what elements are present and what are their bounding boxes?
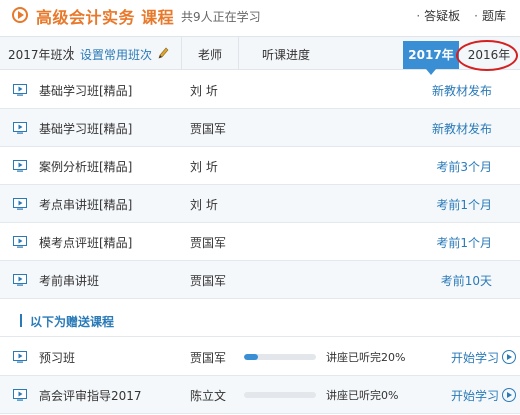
course-row[interactable]: 模考点评班[精品] 贾国军 考前1个月 <box>0 223 520 261</box>
progress-fill <box>244 354 259 360</box>
course-row[interactable]: 考点串讲班[精品] 刘 圻 考前1个月 <box>0 185 520 223</box>
course-name[interactable]: 案例分析班[精品] <box>39 158 132 175</box>
gift-course-row[interactable]: 高会评审指导2017 陈立文 讲座已听完0% 开始学习 <box>0 376 520 414</box>
header-links: · 答疑板 · 题库 <box>416 7 506 24</box>
course-list: 基础学习班[精品] 刘 圻 新教材发布 基础学习班[精品] 贾国军 新教材发布 … <box>0 71 520 299</box>
course-status-link[interactable]: 考前3个月 <box>436 158 492 175</box>
course-teacher: 刘 圻 <box>190 198 218 212</box>
course-name[interactable]: 考点串讲班[精品] <box>39 196 132 213</box>
qa-board-link[interactable]: · 答疑板 <box>416 7 460 24</box>
learner-count: 共9人正在学习 <box>181 10 261 24</box>
course-name[interactable]: 模考点评班[精品] <box>39 234 132 251</box>
start-learning-link[interactable]: 开始学习 <box>451 387 499 404</box>
course-row[interactable]: 基础学习班[精品] 刘 圻 新教材发布 <box>0 71 520 109</box>
course-teacher: 贾国军 <box>190 122 227 136</box>
course-name[interactable]: 预习班 <box>39 349 75 366</box>
course-status-link[interactable]: 考前10天 <box>441 272 492 289</box>
video-monitor-icon <box>13 351 27 363</box>
course-teacher: 刘 圻 <box>190 160 218 174</box>
course-header: 高级会计实务 课程 共9人正在学习 · 答疑板 · 题库 <box>0 0 520 30</box>
gift-course-row[interactable]: 预习班 贾国军 讲座已听完20% 开始学习 <box>0 338 520 376</box>
course-teacher: 陈立文 <box>190 389 227 403</box>
pencil-icon[interactable] <box>157 46 169 60</box>
video-monitor-icon <box>13 274 27 286</box>
teacher-column-header: 老师 <box>198 48 223 62</box>
course-row[interactable]: 基础学习班[精品] 贾国军 新教材发布 <box>0 109 520 147</box>
course-name[interactable]: 基础学习班[精品] <box>39 120 132 137</box>
course-row[interactable]: 案例分析班[精品] 刘 圻 考前3个月 <box>0 147 520 185</box>
video-monitor-icon <box>13 236 27 248</box>
play-circle-icon <box>12 7 28 23</box>
class-year-label: 2017年班次 <box>8 48 75 62</box>
progress-bar <box>244 392 316 398</box>
set-common-classes-link[interactable]: 设置常用班次 <box>80 46 152 63</box>
play-circle-icon[interactable] <box>502 388 516 402</box>
course-status-link[interactable]: 考前1个月 <box>436 234 492 251</box>
course-row[interactable]: 考前串讲班 贾国军 考前10天 <box>0 261 520 299</box>
column-divider <box>181 37 182 69</box>
course-teacher: 贾国军 <box>190 274 227 288</box>
video-monitor-icon <box>13 160 27 172</box>
course-teacher: 贾国军 <box>190 351 227 365</box>
course-teacher: 刘 圻 <box>190 84 218 98</box>
course-teacher: 贾国军 <box>190 236 227 250</box>
gift-heading-text: 以下为赠送课程 <box>30 315 115 329</box>
divider <box>70 46 71 60</box>
video-monitor-icon <box>13 389 27 401</box>
course-name[interactable]: 考前串讲班 <box>39 272 99 289</box>
video-monitor-icon <box>13 122 27 134</box>
progress-column-header: 听课进度 <box>262 48 311 62</box>
tab-2017[interactable]: 2017年 <box>403 41 459 75</box>
start-learning-link[interactable]: 开始学习 <box>451 349 499 366</box>
section-marker <box>20 314 22 327</box>
progress-text: 讲座已听完20% <box>326 351 406 364</box>
video-monitor-icon <box>13 198 27 210</box>
course-status-link[interactable]: 考前1个月 <box>436 196 492 213</box>
video-monitor-icon <box>13 84 27 96</box>
column-divider <box>238 37 239 69</box>
course-status-link[interactable]: 新教材发布 <box>432 120 492 137</box>
highlight-circle <box>456 40 518 71</box>
course-status-link[interactable]: 新教材发布 <box>432 82 492 99</box>
class-tabbar: 2017年班次 设置常用班次 老师 听课进度 2017年 2016年 <box>0 36 520 75</box>
question-bank-link[interactable]: · 题库 <box>474 7 506 24</box>
course-title: 高级会计实务 课程 <box>36 8 175 27</box>
play-circle-icon[interactable] <box>502 350 516 364</box>
progress-bar <box>244 354 316 360</box>
gift-course-list: 预习班 贾国军 讲座已听完20% 开始学习 高会评审指导2017 陈立文 讲座已… <box>0 338 520 414</box>
course-name[interactable]: 高会评审指导2017 <box>39 387 142 404</box>
course-name[interactable]: 基础学习班[精品] <box>39 82 132 99</box>
gift-courses-heading: 以下为赠送课程 <box>0 303 520 337</box>
progress-text: 讲座已听完0% <box>326 389 399 402</box>
